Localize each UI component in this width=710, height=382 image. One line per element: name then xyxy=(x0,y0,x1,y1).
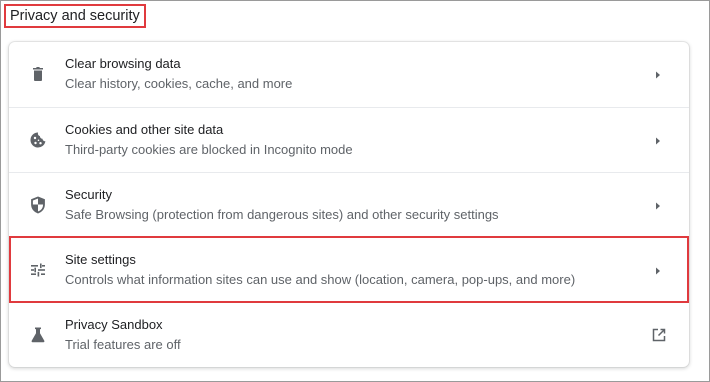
site-settings-subtitle: Controls what information sites can use … xyxy=(65,272,576,287)
privacy-settings-card: Clear browsing data Clear history, cooki… xyxy=(9,42,689,367)
security-title: Security xyxy=(65,187,112,202)
site-settings-row[interactable]: Site settings Controls what information … xyxy=(9,237,689,302)
security-subtitle: Safe Browsing (protection from dangerous… xyxy=(65,207,499,222)
cookies-row[interactable]: Cookies and other site data Third-party … xyxy=(9,107,689,172)
clear-browsing-data-subtitle: Clear history, cookies, cache, and more xyxy=(65,76,293,91)
cookies-subtitle: Third-party cookies are blocked in Incog… xyxy=(65,142,353,157)
chevron-right-icon xyxy=(653,69,663,81)
chevron-right-icon xyxy=(653,135,663,147)
section-title: Privacy and security xyxy=(4,4,146,28)
site-settings-title: Site settings xyxy=(65,252,136,267)
open-in-new-icon[interactable] xyxy=(651,327,667,343)
cookie-icon xyxy=(28,130,48,150)
flask-icon xyxy=(28,325,48,345)
shield-icon xyxy=(28,195,48,215)
clear-browsing-data-title: Clear browsing data xyxy=(65,56,181,71)
privacy-sandbox-row[interactable]: Privacy Sandbox Trial features are off xyxy=(9,302,689,367)
clear-browsing-data-row[interactable]: Clear browsing data Clear history, cooki… xyxy=(9,42,689,107)
tune-sliders-icon xyxy=(28,260,48,280)
privacy-sandbox-subtitle: Trial features are off xyxy=(65,337,181,352)
cookies-title: Cookies and other site data xyxy=(65,122,224,137)
trash-icon xyxy=(28,64,48,84)
privacy-sandbox-title: Privacy Sandbox xyxy=(65,317,163,332)
chevron-right-icon xyxy=(653,265,663,277)
security-row[interactable]: Security Safe Browsing (protection from … xyxy=(9,172,689,237)
chevron-right-icon xyxy=(653,200,663,212)
